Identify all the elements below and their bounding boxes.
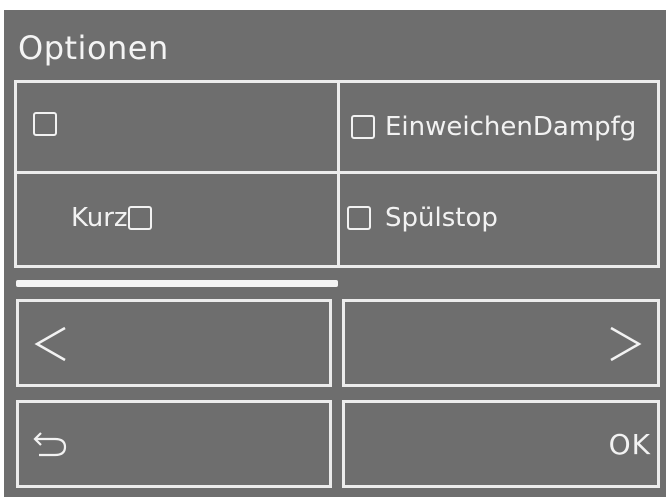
back-button[interactable] (16, 400, 332, 488)
page-title: Optionen (18, 29, 169, 67)
option-kurz[interactable]: Kurz (71, 203, 152, 233)
ok-label: OK (608, 428, 651, 461)
option-einweichen-dampfg[interactable]: EinweichenDampfg (351, 112, 636, 142)
page-indicator (16, 280, 338, 287)
next-button[interactable] (342, 299, 660, 387)
options-grid: EinweichenDampfg Kurz Spülstop (14, 80, 660, 268)
checkbox-icon[interactable] (351, 115, 375, 139)
option-3-label: Kurz (71, 203, 128, 233)
grid-divider-horizontal (17, 171, 657, 174)
return-arrow-icon (33, 432, 67, 457)
checkbox-icon[interactable] (347, 206, 371, 230)
checkbox-icon[interactable] (33, 112, 57, 136)
option-2-cell: EinweichenDampfg (340, 83, 657, 171)
chevron-left-icon (34, 326, 66, 362)
chevron-right-icon (610, 326, 642, 362)
ok-button[interactable]: OK (342, 400, 660, 488)
option-4-label: Spülstop (385, 203, 498, 233)
options-screen: Optionen EinweichenDampfg Kurz Spülstop (4, 10, 666, 497)
option-2-label: EinweichenDampfg (385, 112, 637, 142)
option-1[interactable] (33, 112, 57, 136)
checkbox-icon[interactable] (127, 206, 152, 230)
previous-button[interactable] (16, 299, 332, 387)
option-spuelstop[interactable]: Spülstop (347, 203, 498, 233)
